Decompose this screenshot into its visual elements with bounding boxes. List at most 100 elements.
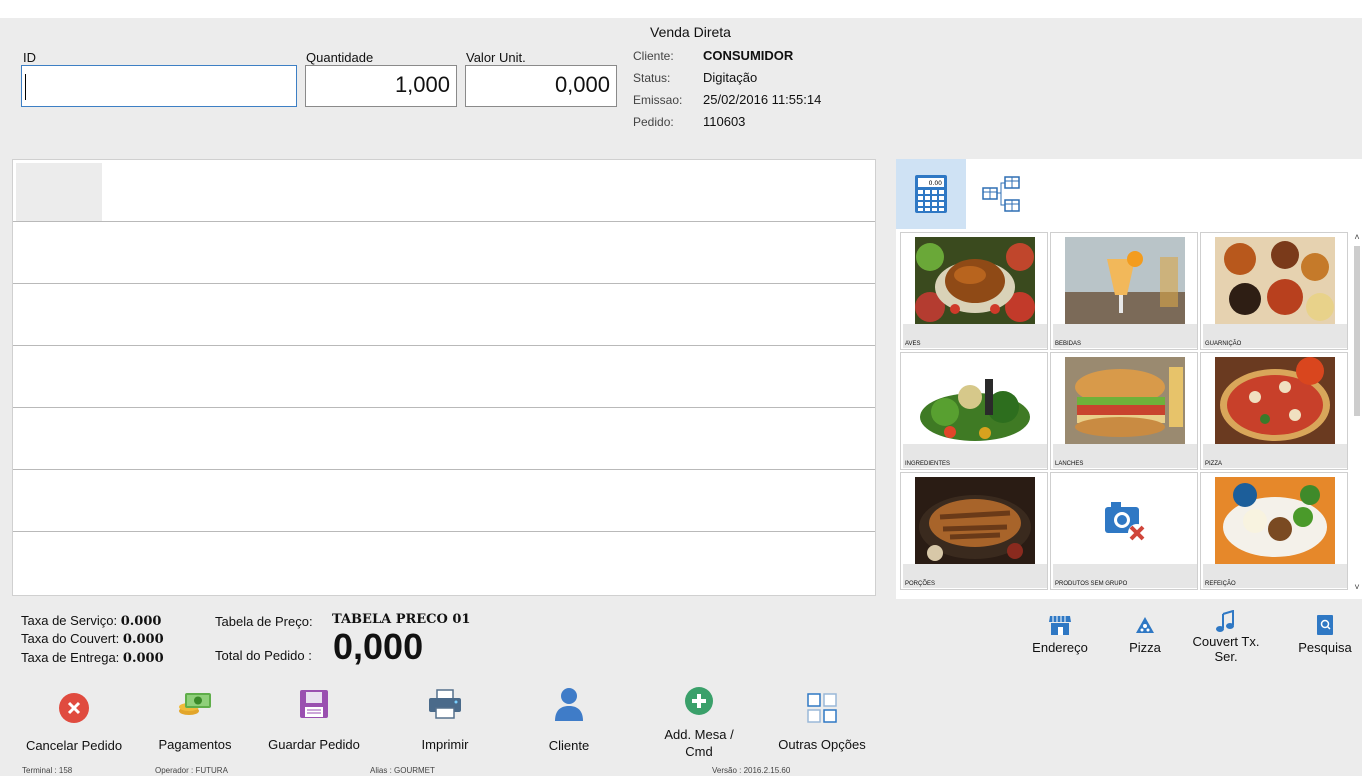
- taxa-entrega-label: Taxa de Entrega:: [21, 650, 120, 665]
- scrollbar-thumb[interactable]: [1354, 246, 1360, 416]
- total-pedido-label: Total do Pedido :: [215, 648, 312, 663]
- endereco-button[interactable]: Endereço: [1025, 610, 1095, 670]
- save-icon: [300, 690, 328, 718]
- outras-opcoes-label: Outras Opções: [778, 737, 866, 752]
- taxa-servico-value: 0.000: [120, 614, 162, 629]
- pizza-button[interactable]: Pizza: [1110, 610, 1180, 670]
- unit-price-input[interactable]: 0,000: [465, 65, 617, 107]
- scroll-down-icon[interactable]: ˅: [1352, 582, 1362, 592]
- category-grid: AVES BEBIDAS GUARNIÇÃO INGREDIENTES LANC…: [896, 229, 1362, 599]
- printer-icon: [429, 689, 461, 719]
- table-row[interactable]: [13, 222, 875, 284]
- taxa-couvert: Taxa do Couvert: 0.000: [21, 631, 164, 647]
- cliente-value: CONSUMIDOR: [703, 48, 794, 63]
- taxa-servico-label: Taxa de Serviço:: [21, 613, 118, 628]
- grid-icon: [807, 693, 837, 723]
- money-icon: [179, 693, 211, 715]
- category-tile-produtos-sem-grupo[interactable]: PRODUTOS SEM GRUPO: [1050, 472, 1198, 590]
- category-tile-lanches[interactable]: LANCHES: [1050, 352, 1198, 470]
- meal-plate-photo: [1215, 477, 1335, 565]
- taxa-couvert-value: 0.000: [122, 632, 164, 647]
- taxa-entrega: Taxa de Entrega: 0.000: [21, 650, 164, 666]
- status-versao: Versão : 2016.2.15.60: [712, 766, 791, 775]
- pagamentos-label: Pagamentos: [158, 737, 232, 752]
- add-mesa-label: Add. Mesa / Cmd: [664, 727, 734, 759]
- unit-price-label: Valor Unit.: [466, 50, 526, 65]
- scroll-up-icon[interactable]: ˄: [1352, 232, 1362, 242]
- text-caret: [25, 74, 26, 100]
- category-label: AVES: [903, 324, 1047, 348]
- tree-tables-icon: [982, 176, 1020, 212]
- category-scrollbar[interactable]: ˄ ˅: [1352, 232, 1362, 596]
- guardar-pedido-button[interactable]: Guardar Pedido: [255, 686, 373, 764]
- table-row[interactable]: [13, 346, 875, 408]
- music-note-icon: [1216, 610, 1234, 632]
- category-label: REFEIÇÃO: [1203, 564, 1347, 588]
- taxa-servico: Taxa de Serviço: 0.000: [21, 613, 161, 629]
- tabela-preco-label: Tabela de Preço:: [215, 614, 313, 629]
- imprimir-button[interactable]: Imprimir: [386, 686, 504, 764]
- table-row[interactable]: [13, 470, 875, 532]
- table-row[interactable]: [13, 160, 875, 222]
- category-tile-aves[interactable]: AVES: [900, 232, 1048, 350]
- emissao-label: Emissao:: [633, 93, 683, 107]
- outras-opcoes-button[interactable]: Outras Opções: [763, 686, 881, 764]
- couvert-label: Couvert Tx. Ser.: [1192, 634, 1260, 664]
- calculator-icon: 0.00: [915, 175, 947, 213]
- pizza-label: Pizza: [1129, 640, 1161, 655]
- tab-groups[interactable]: [966, 159, 1036, 229]
- tabela-preco-value: TABELA PRECO 01: [332, 612, 471, 627]
- category-label: LANCHES: [1053, 444, 1197, 468]
- store-icon: [1049, 616, 1071, 635]
- category-label: PIZZA: [1203, 444, 1347, 468]
- cliente-label: Cliente:: [633, 49, 674, 63]
- table-row[interactable]: [13, 408, 875, 470]
- pizza-icon: [1136, 617, 1154, 633]
- search-book-icon: [1317, 615, 1333, 635]
- side-dishes-photo: [1215, 237, 1335, 325]
- category-tile-ingredientes[interactable]: INGREDIENTES: [900, 352, 1048, 470]
- imprimir-label: Imprimir: [421, 737, 469, 752]
- svg-text:0.00: 0.00: [929, 180, 943, 187]
- meat-platter-photo: [915, 477, 1035, 565]
- quantity-input[interactable]: 1,000: [305, 65, 457, 107]
- pesquisa-button[interactable]: Pesquisa: [1290, 610, 1360, 670]
- roast-chicken-photo: [915, 237, 1035, 325]
- category-label: BEBIDAS: [1053, 324, 1197, 348]
- add-mesa-button[interactable]: Add. Mesa / Cmd: [640, 686, 758, 764]
- status-label: Status:: [633, 71, 671, 85]
- table-row[interactable]: [13, 532, 875, 594]
- guardar-pedido-label: Guardar Pedido: [268, 737, 360, 752]
- taxa-couvert-label: Taxa do Couvert:: [21, 631, 120, 646]
- category-tile-pizza[interactable]: PIZZA: [1200, 352, 1348, 470]
- cancel-icon: [59, 693, 89, 723]
- cocktail-photo: [1065, 237, 1185, 325]
- user-icon: [555, 688, 583, 721]
- category-tile-guarnicao[interactable]: GUARNIÇÃO: [1200, 232, 1348, 350]
- status-value: Digitação: [703, 70, 758, 85]
- top-strip: [0, 0, 1362, 18]
- category-tile-porcoes[interactable]: PORÇÕES: [900, 472, 1048, 590]
- no-image-camera-icon: [1065, 477, 1185, 565]
- category-label: INGREDIENTES: [903, 444, 1047, 468]
- id-input[interactable]: [21, 65, 297, 107]
- row-thumbnail: [16, 163, 102, 221]
- category-label: PORÇÕES: [903, 564, 1047, 588]
- table-row[interactable]: [13, 284, 875, 346]
- status-terminal: Terminal : 158: [22, 766, 73, 775]
- category-tile-refeicao[interactable]: REFEIÇÃO: [1200, 472, 1348, 590]
- tab-calculator[interactable]: 0.00: [896, 159, 966, 229]
- endereco-label: Endereço: [1032, 640, 1088, 655]
- couvert-button[interactable]: Couvert Tx. Ser.: [1187, 610, 1265, 670]
- pizza-photo: [1215, 357, 1335, 445]
- cancelar-pedido-button[interactable]: Cancelar Pedido: [15, 686, 133, 764]
- order-items-grid[interactable]: [12, 159, 876, 596]
- category-label: PRODUTOS SEM GRUPO: [1053, 564, 1197, 588]
- page-title: Venda Direta: [650, 24, 731, 40]
- cliente-button[interactable]: Cliente: [510, 686, 628, 764]
- category-label: GUARNIÇÃO: [1203, 324, 1347, 348]
- pagamentos-button[interactable]: Pagamentos: [136, 686, 254, 764]
- category-tile-bebidas[interactable]: BEBIDAS: [1050, 232, 1198, 350]
- vegetables-photo: [915, 357, 1035, 445]
- taxa-entrega-value: 0.000: [122, 651, 164, 666]
